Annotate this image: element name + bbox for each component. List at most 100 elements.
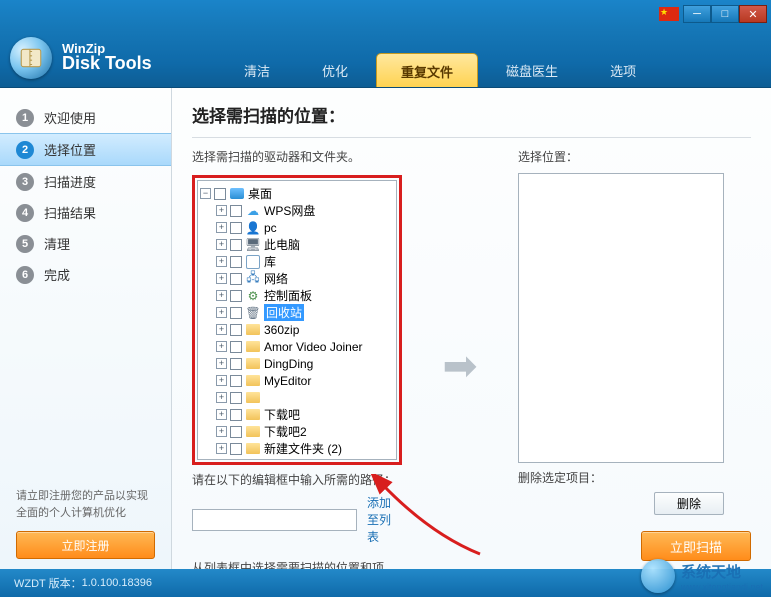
- version-value: 1.0.100.18396: [82, 577, 152, 589]
- tree-node[interactable]: + DingDing: [200, 355, 394, 372]
- checkbox[interactable]: [230, 392, 242, 404]
- app-brand: WinZip Disk Tools: [62, 41, 152, 74]
- tree-label: 新建文件夹 (2): [264, 440, 342, 457]
- checkbox[interactable]: [230, 324, 242, 336]
- tree-node[interactable]: +下载吧: [200, 406, 394, 423]
- checkbox[interactable]: [230, 443, 242, 455]
- checkbox[interactable]: [230, 205, 242, 217]
- tree-node[interactable]: + MyEditor: [200, 372, 394, 389]
- tab-disk-doctor[interactable]: 磁盘医生: [482, 53, 582, 87]
- page-title: 选择需扫描的位置：: [192, 102, 751, 138]
- step-number: 6: [16, 266, 34, 284]
- step-welcome[interactable]: 1 欢迎使用: [0, 102, 171, 133]
- expand-icon[interactable]: +: [216, 426, 227, 437]
- expand-icon[interactable]: +: [216, 273, 227, 284]
- main-area: 1 欢迎使用 2 选择位置 3 扫描进度 4 扫描结果 5 清理 6 完成: [0, 88, 771, 569]
- transfer-arrow-icon: ➡: [436, 342, 484, 390]
- step-clean[interactable]: 5 清理: [0, 228, 171, 259]
- step-number: 1: [16, 109, 34, 127]
- checkbox[interactable]: [230, 222, 242, 234]
- checkbox[interactable]: [230, 239, 242, 251]
- tree-node[interactable]: +360zip: [200, 321, 394, 338]
- expand-icon[interactable]: +: [216, 205, 227, 216]
- tree-node[interactable]: +🖥此电脑: [200, 236, 394, 253]
- close-button[interactable]: ✕: [739, 5, 767, 23]
- step-label: 扫描进度: [44, 172, 96, 191]
- expand-icon[interactable]: +: [216, 307, 227, 318]
- expand-icon[interactable]: +: [216, 341, 227, 352]
- expand-icon[interactable]: +: [216, 222, 227, 233]
- expand-icon[interactable]: +: [216, 375, 227, 386]
- wizard-steps: 1 欢迎使用 2 选择位置 3 扫描进度 4 扫描结果 5 清理 6 完成: [0, 102, 171, 488]
- tree-node[interactable]: +☁WPS网盘: [200, 202, 394, 219]
- scan-now-button[interactable]: 立即扫描: [641, 531, 751, 561]
- tree-node[interactable]: +下载吧2: [200, 423, 394, 440]
- tree-label: DingDing: [264, 357, 313, 371]
- tree-node[interactable]: + 新建文件夹 (2): [200, 440, 394, 457]
- tree-label: MyEditor: [264, 374, 311, 388]
- expand-icon[interactable]: +: [216, 443, 227, 454]
- tree-label: WPS网盘: [264, 202, 315, 219]
- step-finish[interactable]: 6 完成: [0, 259, 171, 290]
- checkbox[interactable]: [230, 256, 242, 268]
- selected-locations-label: 选择位置：: [518, 148, 724, 165]
- step-label: 扫描结果: [44, 203, 96, 222]
- tree-node-desktop[interactable]: −桌面: [200, 185, 394, 202]
- maximize-button[interactable]: □: [711, 5, 739, 23]
- app-header: WinZip Disk Tools 清洁 优化 重复文件 磁盘医生 选项: [0, 28, 771, 88]
- drive-tree[interactable]: −桌面+☁WPS网盘+👤pc+🖥此电脑+库+🖧网络+⚙控制面板+🗑回收站+360…: [197, 180, 397, 460]
- tree-label: 网络: [264, 270, 288, 287]
- expand-icon[interactable]: +: [216, 239, 227, 250]
- wizard-sidebar: 1 欢迎使用 2 选择位置 3 扫描进度 4 扫描结果 5 清理 6 完成: [0, 88, 172, 569]
- expand-icon[interactable]: +: [216, 290, 227, 301]
- checkbox[interactable]: [230, 358, 242, 370]
- tree-node[interactable]: +🗑回收站: [200, 304, 394, 321]
- collapse-icon[interactable]: −: [200, 188, 211, 199]
- expand-icon[interactable]: +: [216, 358, 227, 369]
- checkbox[interactable]: [214, 188, 226, 200]
- checkbox[interactable]: [230, 409, 242, 421]
- checkbox[interactable]: [230, 273, 242, 285]
- checkbox[interactable]: [230, 341, 242, 353]
- brand-line2: Disk Tools: [62, 53, 152, 74]
- checkbox[interactable]: [230, 307, 242, 319]
- checkbox[interactable]: [230, 375, 242, 387]
- step-scan-results[interactable]: 4 扫描结果: [0, 197, 171, 228]
- titlebar: ─ □ ✕: [0, 0, 771, 28]
- path-input[interactable]: [192, 509, 357, 531]
- tree-label: 360zip: [264, 323, 299, 337]
- tree-node[interactable]: +: [200, 389, 394, 406]
- tree-node[interactable]: +⚙控制面板: [200, 287, 394, 304]
- register-button[interactable]: 立即注册: [16, 531, 155, 559]
- expand-icon[interactable]: +: [216, 392, 227, 403]
- tab-duplicate-files[interactable]: 重复文件: [376, 53, 478, 87]
- tree-label: 回收站: [264, 304, 304, 321]
- selected-locations-list[interactable]: [518, 173, 724, 463]
- tab-clean[interactable]: 清洁: [220, 53, 294, 87]
- tree-node[interactable]: +👤pc: [200, 219, 394, 236]
- step-scan-progress[interactable]: 3 扫描进度: [0, 166, 171, 197]
- remove-button[interactable]: 删除: [654, 492, 724, 515]
- tree-node[interactable]: +🖧网络: [200, 270, 394, 287]
- tree-node[interactable]: +库: [200, 253, 394, 270]
- path-hint: 请在以下的编辑框中输入所需的路径：: [192, 471, 402, 488]
- tree-label: 控制面板: [264, 287, 312, 304]
- language-flag[interactable]: [659, 7, 679, 21]
- tree-node[interactable]: + Amor Video Joiner: [200, 338, 394, 355]
- expand-icon[interactable]: +: [216, 256, 227, 267]
- add-to-list-button[interactable]: 添加至列表: [367, 494, 402, 545]
- tab-options[interactable]: 选项: [586, 53, 660, 87]
- step-select-location[interactable]: 2 选择位置: [0, 133, 171, 166]
- minimize-button[interactable]: ─: [683, 5, 711, 23]
- app-logo-icon: [10, 37, 52, 79]
- remove-selected-label: 删除选定项目：: [518, 469, 724, 486]
- tab-optimize[interactable]: 优化: [298, 53, 372, 87]
- checkbox[interactable]: [230, 426, 242, 438]
- tree-label: 库: [264, 253, 276, 270]
- status-bar: WZDT 版本： 1.0.100.18396: [0, 569, 771, 597]
- tree-label: Amor Video Joiner: [264, 340, 363, 354]
- checkbox[interactable]: [230, 290, 242, 302]
- expand-icon[interactable]: +: [216, 409, 227, 420]
- expand-icon[interactable]: +: [216, 324, 227, 335]
- tree-label: pc: [264, 221, 277, 235]
